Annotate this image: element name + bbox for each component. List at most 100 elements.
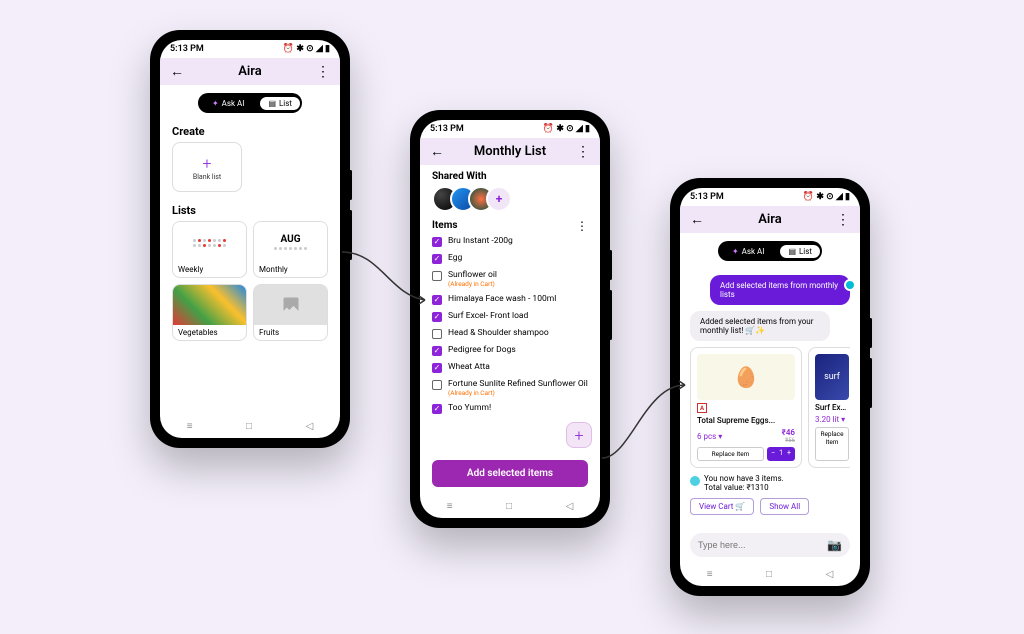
nav-back-icon[interactable]: ◁	[566, 501, 574, 512]
list-grid: Weekly AUG Monthly Vegetables Fruits	[160, 221, 340, 341]
back-icon[interactable]: ←	[170, 65, 184, 79]
toggle-ask[interactable]: ✦ Ask AI	[718, 247, 778, 256]
list-card-monthly[interactable]: AUG Monthly	[253, 221, 328, 278]
calendar-thumb: AUG	[254, 222, 327, 262]
status-bar: 5:13 PM ⏰ ✱ ⊙ ◢ ▮	[680, 188, 860, 206]
vegetables-thumb	[173, 285, 246, 325]
item-row: Head & Shoulder shampoo	[432, 325, 588, 342]
qty-selector[interactable]: 3.20 lit▾	[815, 415, 849, 424]
screen-1: 5:13 PM ⏰ ✱ ⊙ ◢ ▮ ← Aira ⋮ ✦ Ask AI ▤ Li…	[160, 40, 340, 438]
list-card-label: Vegetables	[173, 325, 246, 340]
status-time: 5:13 PM	[430, 124, 464, 134]
status-icons: ⏰ ✱ ⊙ ◢ ▮	[543, 124, 590, 134]
toggle-list[interactable]: ▤ List	[780, 245, 820, 258]
product-carousel[interactable]: 🥚 A Total Supreme Eggs... 6 pcs ▾ ₹46 ₹5…	[690, 347, 850, 468]
phone-frame-3: 5:13 PM ⏰ ✱ ⊙ ◢ ▮ ← Aira ⋮ ✦ Ask AI ▤ Li…	[670, 178, 870, 596]
items-more-icon[interactable]: ⋮	[576, 220, 588, 232]
camera-icon[interactable]: 📷	[827, 538, 842, 552]
checkbox[interactable]	[432, 237, 442, 247]
nav-recent-icon[interactable]: ≡	[447, 501, 453, 512]
replace-button[interactable]: Replace Item	[697, 447, 764, 461]
checkbox[interactable]	[432, 312, 442, 322]
avatar-row: +	[420, 186, 600, 218]
checkbox[interactable]	[432, 346, 442, 356]
item-row: Fortune Sunlite Refined Sunflower Oil(Al…	[432, 376, 588, 400]
user-message: Add selected items from monthly lists	[710, 275, 850, 305]
plus-icon[interactable]: +	[787, 449, 791, 459]
app-title: Monthly List	[444, 144, 576, 159]
checkbox[interactable]	[432, 363, 442, 373]
item-row: Too Yumm!	[432, 400, 588, 417]
more-icon[interactable]: ⋮	[576, 145, 590, 159]
items-heading: Items	[432, 218, 458, 233]
create-heading: Create	[160, 121, 340, 142]
phone-frame-2: 5:13 PM ⏰ ✱ ⊙ ◢ ▮ ← Monthly List ⋮ Share…	[410, 110, 610, 528]
checkbox[interactable]	[432, 295, 442, 305]
item-note: (Already in Cart)	[448, 280, 497, 288]
list-card-fruits[interactable]: Fruits	[253, 284, 328, 341]
more-icon[interactable]: ⋮	[836, 213, 850, 227]
back-icon[interactable]: ←	[690, 213, 704, 227]
add-person-button[interactable]: +	[486, 186, 512, 212]
app-title: Aira	[184, 64, 316, 79]
mode-toggle[interactable]: ✦ Ask AI ▤ List	[718, 241, 822, 261]
back-icon[interactable]: ←	[430, 145, 444, 159]
view-cart-button[interactable]: View Cart 🛒	[690, 498, 754, 515]
nav-home-icon[interactable]: □	[506, 501, 512, 512]
chevron-down-icon: ▾	[841, 415, 845, 424]
add-item-fab[interactable]: +	[566, 422, 592, 448]
nav-back-icon[interactable]: ◁	[826, 569, 834, 580]
product-name: Total Supreme Eggs...	[697, 416, 795, 425]
nav-back-icon[interactable]: ◁	[306, 421, 314, 432]
checkbox[interactable]	[432, 254, 442, 264]
android-nav: ≡ □ ◁	[680, 563, 860, 586]
nav-recent-icon[interactable]: ≡	[707, 569, 713, 580]
user-avatar	[844, 279, 856, 291]
checkbox[interactable]	[432, 404, 442, 414]
checkbox[interactable]	[432, 271, 442, 281]
message-field[interactable]	[698, 540, 821, 550]
status-icons: ⏰ ✱ ⊙ ◢ ▮	[803, 192, 850, 202]
list-card-label: Monthly	[254, 262, 327, 277]
blank-list-card[interactable]: + Blank list	[172, 142, 242, 192]
nav-home-icon[interactable]: □	[246, 421, 252, 432]
toggle-list[interactable]: ▤ List	[260, 97, 300, 110]
show-all-button[interactable]: Show All	[760, 498, 809, 515]
nav-recent-icon[interactable]: ≡	[187, 421, 193, 432]
replace-button[interactable]: Replace Item	[815, 427, 849, 461]
app-bar: ← Monthly List ⋮	[420, 138, 600, 165]
product-card[interactable]: surf Surf Excel Mat... 3.20 lit▾ Replace…	[808, 347, 850, 468]
item-name: Pedigree for Dogs	[448, 345, 516, 355]
nav-home-icon[interactable]: □	[766, 569, 772, 580]
quantity-stepper[interactable]: − 1 +	[767, 447, 795, 461]
status-bar: 5:13 PM ⏰ ✱ ⊙ ◢ ▮	[420, 120, 600, 138]
qty-selector[interactable]: 6 pcs ▾	[697, 432, 722, 441]
mode-toggle[interactable]: ✦ Ask AI ▤ List	[198, 93, 302, 113]
product-name: Surf Excel Mat...	[815, 403, 849, 412]
product-image: surf	[815, 354, 849, 400]
android-nav: ≡ □ ◁	[420, 495, 600, 518]
placeholder-thumb	[254, 285, 327, 325]
toggle-ask[interactable]: ✦ Ask AI	[198, 99, 258, 108]
item-name: Head & Shoulder shampoo	[448, 328, 549, 338]
item-name: Sunflower oil	[448, 270, 497, 280]
item-row: Bru Instant -200g	[432, 233, 588, 250]
app-bar: ← Aira ⋮	[160, 58, 340, 85]
checkbox[interactable]	[432, 380, 442, 390]
app-bar: ← Aira ⋮	[680, 206, 860, 233]
add-selected-button[interactable]: Add selected items	[432, 460, 588, 487]
list-card-label: Fruits	[254, 325, 327, 340]
minus-icon[interactable]: −	[771, 449, 775, 459]
list-card-vegetables[interactable]: Vegetables	[172, 284, 247, 341]
list-icon: ▤	[788, 247, 796, 256]
checkbox[interactable]	[432, 329, 442, 339]
product-card[interactable]: 🥚 A Total Supreme Eggs... 6 pcs ▾ ₹46 ₹5…	[690, 347, 802, 468]
chat-input[interactable]: 📷	[690, 533, 850, 557]
more-icon[interactable]: ⋮	[316, 65, 330, 79]
list-card-weekly[interactable]: Weekly	[172, 221, 247, 278]
items-header: Items ⋮	[420, 218, 600, 233]
item-row: Surf Excel- Front load	[432, 308, 588, 325]
item-name: Bru Instant -200g	[448, 236, 513, 246]
item-row: Egg	[432, 250, 588, 267]
status-time: 5:13 PM	[170, 44, 204, 54]
